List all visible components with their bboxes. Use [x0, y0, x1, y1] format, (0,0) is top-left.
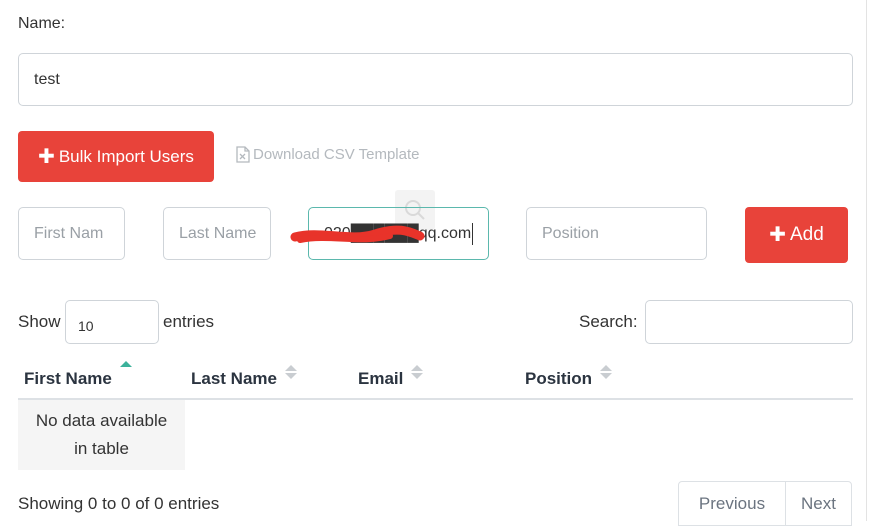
table-empty-cell: No data available in table	[18, 400, 185, 470]
name-label: Name:	[18, 15, 66, 32]
page-edge-divider	[866, 0, 867, 521]
previous-label: Previous	[698, 493, 766, 513]
redaction-scribble	[290, 225, 425, 243]
column-header-first-name[interactable]: First Name	[24, 360, 132, 398]
next-label: Next	[801, 493, 836, 513]
last-name-input[interactable]: Last Name	[163, 207, 271, 260]
entries-select-value: 10	[78, 318, 94, 334]
position-placeholder: Position	[542, 224, 599, 242]
last-name-placeholder: Last Name	[179, 224, 257, 242]
sort-icon	[411, 365, 424, 381]
sort-icon	[284, 365, 297, 381]
name-input-value: test	[34, 70, 60, 88]
download-csv-label: Download CSV Template	[253, 146, 420, 163]
add-label: Add	[789, 224, 824, 245]
add-button[interactable]: ✚ Add	[745, 207, 848, 263]
entries-select[interactable]: 10	[65, 300, 159, 344]
column-label: Email	[358, 369, 404, 388]
name-input[interactable]: test	[18, 53, 853, 106]
first-name-placeholder: First Nam	[34, 224, 104, 242]
first-name-input[interactable]: First Nam	[18, 207, 125, 260]
entries-label: entries	[163, 312, 215, 331]
previous-button[interactable]: Previous	[679, 482, 786, 525]
plus-icon: ✚	[769, 224, 786, 246]
download-csv-link[interactable]: Download CSV Template	[236, 146, 419, 163]
pagination: Previous Next	[678, 481, 852, 526]
sort-icon	[600, 365, 613, 381]
empty-message-line1: No data available	[35, 411, 168, 430]
text-cursor	[472, 222, 473, 245]
column-header-last-name[interactable]: Last Name	[191, 360, 297, 398]
plus-icon: ✚	[38, 145, 55, 168]
show-label: Show	[18, 312, 61, 331]
table-info: Showing 0 to 0 of 0 entries	[18, 494, 220, 513]
position-input[interactable]: Position	[526, 207, 707, 260]
bulk-import-label: Bulk Import Users	[58, 146, 194, 166]
csv-file-icon	[236, 146, 250, 163]
column-label: First Name	[24, 369, 112, 388]
column-label: Last Name	[191, 369, 277, 388]
next-button[interactable]: Next	[786, 482, 851, 525]
empty-message-line2: in table	[74, 439, 129, 458]
sort-ascending-icon	[119, 361, 132, 377]
search-input[interactable]	[645, 300, 853, 344]
search-label: Search:	[579, 312, 638, 331]
column-header-position[interactable]: Position	[525, 360, 613, 398]
column-header-email[interactable]: Email	[358, 360, 424, 398]
bulk-import-button[interactable]: ✚ Bulk Import Users	[18, 131, 214, 182]
column-label: Position	[525, 369, 593, 388]
